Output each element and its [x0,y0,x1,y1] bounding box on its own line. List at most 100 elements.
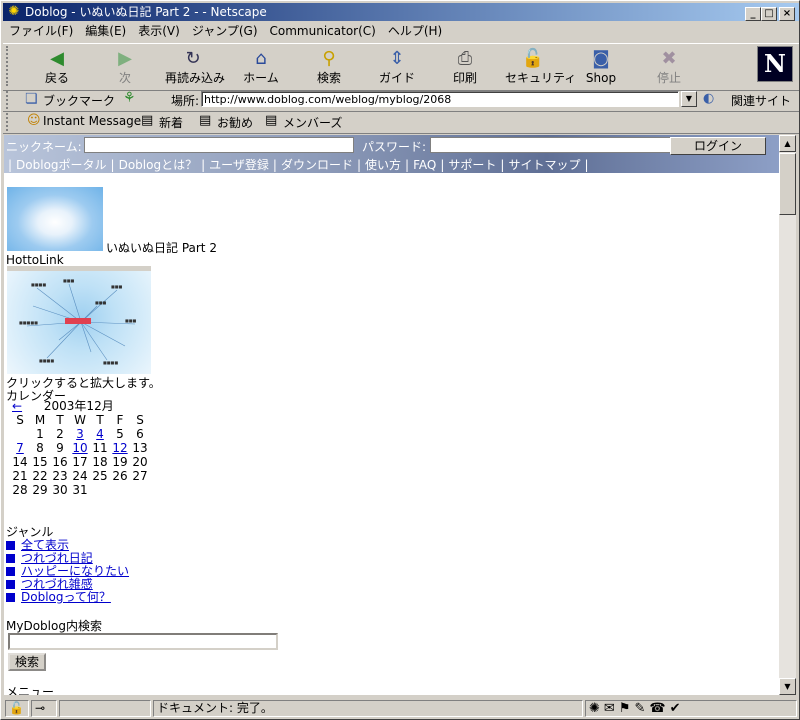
calendar-day-link[interactable]: 10 [70,441,90,455]
back-arrow-icon: ◀ [50,48,64,69]
security-button[interactable]: 🔓 セキュリティ [505,48,576,88]
discussion-icon[interactable]: ⚑ [619,701,635,716]
genre-item[interactable]: Doblogって何？ [6,591,129,604]
calendar-day: 27 [132,469,148,483]
location-grip[interactable] [6,91,14,109]
menu-edit[interactable]: 編集(E) [79,22,132,41]
calendar-day: 15 [32,455,48,469]
calendar: ← 2003年12月 S M T W T F S 1 2 3 4 5 6 7 8… [10,399,150,497]
svg-text:■■■■■: ■■■■■ [19,320,38,325]
back-button[interactable]: ◀ 戻る [29,48,85,88]
calendar-day-link[interactable]: 4 [90,427,110,441]
search-input[interactable] [8,633,278,650]
print-button[interactable]: ⎙ 印刷 [437,48,493,88]
weekday-cell: T [56,413,64,427]
menu-go[interactable]: ジャンプ(G) [186,22,264,41]
weekday-cell: S [16,413,24,427]
nav-register-link[interactable]: ユーザ登録 [207,158,271,172]
menu-view[interactable]: 表示(V) [132,22,186,41]
nav-support-link[interactable]: サポート [446,158,498,172]
calendar-weekday-row: S M T W T F S [10,413,150,427]
calendar-prev-link[interactable]: ← [12,399,22,413]
navigator-icon[interactable]: ✺ [589,701,604,716]
calendar-day: 22 [32,469,48,483]
calendar-day: 11 [92,441,108,455]
nav-faq-link[interactable]: FAQ [411,158,438,172]
forward-button[interactable]: ▶ 次 [97,48,153,88]
hottolink-map-image[interactable]: ■■■■ ■■■ ■■■■■ ■■■ ■■■■ ■■■■ ■■■ ■■■ [7,266,151,374]
search-icon: ⚲ [322,48,336,69]
reload-label: 再読み込み [165,71,226,85]
related-sites-button[interactable]: 関連サイト [731,92,791,109]
bookmark-icon: ❏ [25,91,38,107]
guide-button[interactable]: ⇕ ガイド [369,48,425,88]
reload-button[interactable]: ↻ 再読み込み [165,48,226,88]
nav-portal-link[interactable]: Doblogポータル [14,158,109,172]
connection-status-icon: ⊸ [31,700,57,717]
home-button[interactable]: ⌂ ホーム [233,48,289,88]
new-link[interactable]: 新着 [159,114,183,131]
calendar-week-row: 21 22 23 24 25 26 27 [10,469,150,483]
password-input[interactable] [430,137,700,153]
home-label: ホーム [243,71,279,85]
instant-message-link[interactable]: Instant Message [43,114,141,128]
page-icon: ▤ [141,113,154,128]
nav-download-link[interactable]: ダウンロード [279,158,355,172]
scroll-thumb[interactable] [779,153,796,215]
title-bar: ✺ Doblog - いぬいぬ日記 Part 2 - - Netscape _ … [3,3,799,21]
genre-link-all[interactable]: 全て表示 [21,538,69,552]
calendar-day [10,427,30,441]
nav-sitemap-link[interactable]: サイトマップ [506,158,582,172]
menu-file[interactable]: ファイル(F) [3,22,79,41]
bullet-square-icon [6,541,15,550]
menu-communicator[interactable]: Communicator(C) [264,22,382,41]
status-text: ドキュメント: 完了。 [153,700,583,717]
browser-window: ✺ Doblog - いぬいぬ日記 Part 2 - - Netscape _ … [0,0,800,720]
genre-link-thoughts[interactable]: つれづれ雑感 [21,577,93,591]
genre-link-happy[interactable]: ハッピーになりたい [21,564,129,578]
close-button[interactable]: × [779,7,795,21]
members-link[interactable]: メンバーズ [283,114,342,131]
calendar-day: 29 [32,483,48,497]
security-status-icon[interactable]: 🔓 [5,700,29,717]
recommend-link[interactable]: お勧め [217,114,253,131]
guide-label: ガイド [378,71,415,85]
url-dropdown-button[interactable]: ▼ [681,91,697,107]
toolbar-grip[interactable] [6,46,14,86]
menu-help[interactable]: ヘルプ(H) [382,22,448,41]
calendar-day-link[interactable]: 3 [70,427,90,441]
tasks-icon[interactable]: ✔ [670,701,685,716]
scroll-up-button[interactable]: ▲ [779,135,796,152]
scroll-down-button[interactable]: ▼ [779,678,796,695]
shop-button[interactable]: ◙ Shop [573,48,629,88]
netscape-logo[interactable]: N [757,46,793,82]
calendar-grid: S M T W T F S 1 2 3 4 5 6 7 8 9 10 11 12… [10,413,150,497]
genre-link-diary[interactable]: つれづれ日記 [21,551,93,565]
maximize-button[interactable]: □ [761,7,777,21]
bullet-square-icon [6,554,15,563]
mail-icon[interactable]: ✉ [604,701,619,716]
composer-icon[interactable]: ✎ [634,701,649,716]
calendar-day-link[interactable]: 12 [110,441,130,455]
bookmark-button[interactable]: ブックマーク [43,92,115,109]
search-submit-button[interactable]: 検索 [8,653,46,671]
stop-label: 停止 [656,71,681,85]
genre-link-what-is-doblog[interactable]: Doblogって何？ [21,590,111,604]
addressbook-icon[interactable]: ☎ [649,701,669,716]
stop-button[interactable]: ✖ 停止 [641,48,697,88]
navigation-toolbar: ◀ 戻る ▶ 次 ↻ 再読み込み ⌂ ホーム ⚲ 検索 ⇕ ガイド ⎙ 印刷 🔓 [3,43,799,91]
instant-message-icon: ☺ [27,113,41,128]
login-button[interactable]: ログイン [670,137,766,155]
vertical-scrollbar[interactable]: ▲ ▼ [779,135,796,695]
calendar-day: 28 [12,483,28,497]
nickname-input[interactable] [84,137,354,153]
search-button[interactable]: ⚲ 検索 [301,48,357,88]
minimize-button[interactable]: _ [745,7,761,21]
calendar-day: 16 [52,455,68,469]
personal-grip[interactable] [6,113,14,131]
calendar-day-link[interactable]: 7 [10,441,30,455]
nav-howto-link[interactable]: 使い方 [363,158,403,172]
nav-about-link[interactable]: Doblogとは？ [117,158,200,172]
page-proxy-icon[interactable]: ⚘ [123,90,136,106]
url-field[interactable]: http://www.doblog.com/weblog/myblog/2068 [201,91,679,107]
